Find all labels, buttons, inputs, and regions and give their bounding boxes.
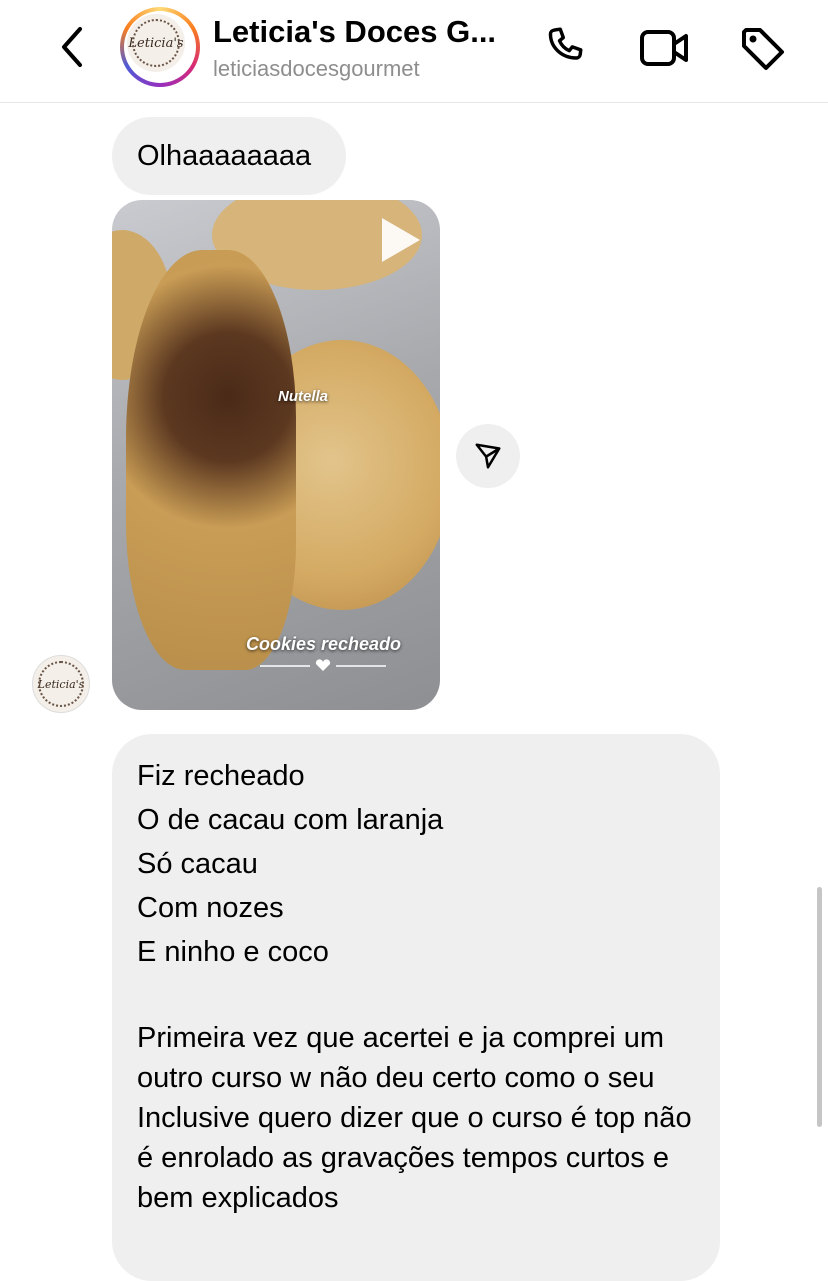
- video-camera-icon: [640, 30, 688, 66]
- shared-video[interactable]: Nutella Cookies recheado: [112, 200, 440, 710]
- phone-icon: [548, 27, 583, 60]
- tag-icon: [742, 28, 784, 70]
- message-line: Com nozes: [137, 892, 284, 924]
- play-icon[interactable]: [382, 218, 420, 262]
- share-button[interactable]: [456, 424, 520, 488]
- message-bubble[interactable]: Olhaaaaaaaa: [112, 117, 346, 195]
- message-paragraph: Primeira vez que acertei e ja comprei um…: [137, 1022, 665, 1094]
- message-bubble[interactable]: Fiz recheado O de cacau com laranja Só c…: [112, 734, 720, 1281]
- video-caption: Cookies recheado: [246, 634, 402, 654]
- heart-divider-icon: [260, 659, 386, 671]
- back-button[interactable]: [52, 24, 92, 70]
- message-line: E ninho e coco: [137, 936, 329, 968]
- call-button[interactable]: [540, 22, 592, 74]
- nutella-label: Nutella: [278, 388, 329, 405]
- message-paragraph: Inclusive quero dizer que o curso é top …: [137, 1102, 692, 1214]
- message-text: Olhaaaaaaaa: [137, 140, 312, 172]
- profile-avatar[interactable]: Leticia's: [120, 7, 200, 87]
- send-icon: [475, 443, 501, 469]
- chevron-left-icon: [62, 27, 82, 67]
- tag-button[interactable]: [736, 22, 788, 74]
- message-line: Fiz recheado: [137, 760, 305, 792]
- cookie-image: [126, 250, 296, 670]
- message-line: O de cacau com laranja: [137, 804, 444, 836]
- message-line: Só cacau: [137, 848, 258, 880]
- chat-header: Leticia's Leticia's Doces G... leticiasd…: [0, 0, 828, 103]
- chat-username[interactable]: leticiasdocesgourmet: [213, 56, 420, 82]
- brand-logo: Leticia's: [127, 14, 185, 72]
- scrollbar[interactable]: [817, 887, 822, 1127]
- chat-title[interactable]: Leticia's Doces G...: [213, 14, 533, 50]
- sender-avatar[interactable]: Leticia's: [32, 655, 90, 713]
- video-call-button[interactable]: [638, 22, 690, 74]
